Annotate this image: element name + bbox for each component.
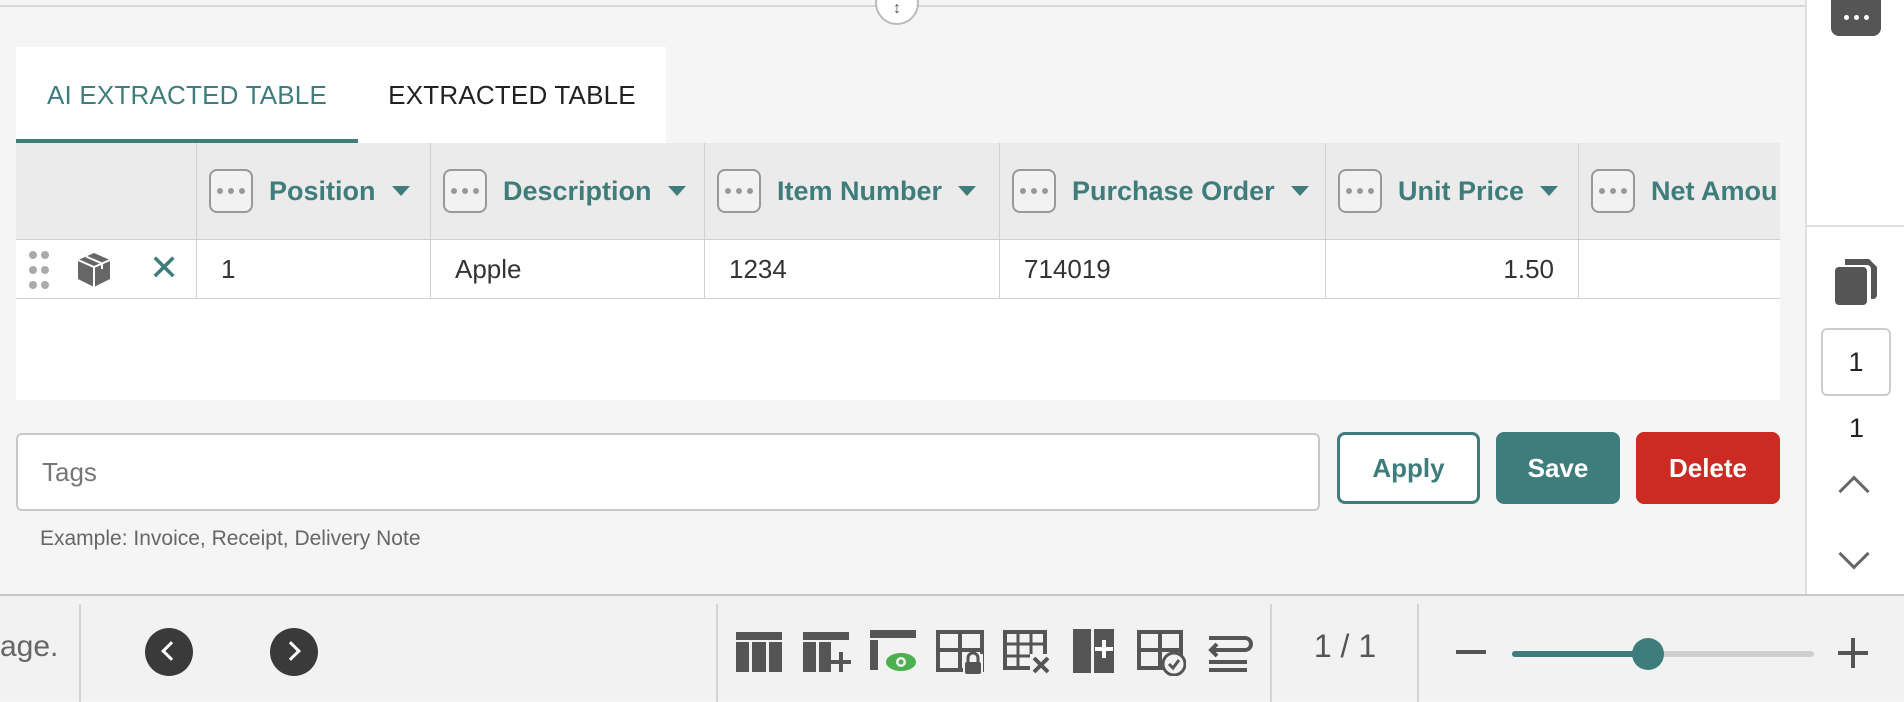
box-icon[interactable] xyxy=(74,250,114,290)
column-header-item-number[interactable]: Item Number xyxy=(704,143,998,239)
resize-handle-icon[interactable]: ↕ xyxy=(875,0,919,25)
main-panel: ↕ AI EXTRACTED TABLE EXTRACTED TABLE Pos… xyxy=(0,0,1805,594)
row-tools: ✕ xyxy=(16,240,196,298)
toolbar-separator xyxy=(716,604,718,702)
column-header-position[interactable]: Position xyxy=(196,143,412,239)
column-header-description[interactable]: Description xyxy=(430,143,686,239)
chevron-up-icon[interactable] xyxy=(1838,475,1870,507)
sort-arrow-icon[interactable] xyxy=(1540,186,1559,196)
cell-unit-price[interactable]: 1.50 xyxy=(1325,240,1578,298)
tags-hint: Example: Invoice, Receipt, Delivery Note xyxy=(40,527,421,550)
column-label: Description xyxy=(503,175,652,206)
column-label: Unit Price xyxy=(1398,175,1525,206)
cell-item-number[interactable]: 1234 xyxy=(704,240,999,298)
chevron-down-icon[interactable] xyxy=(1838,538,1870,570)
column-label: Position xyxy=(269,175,376,206)
more-icon[interactable] xyxy=(1831,0,1881,36)
sidebar-divider xyxy=(1807,225,1904,227)
zoom-in-icon-vertical[interactable] xyxy=(1851,638,1855,668)
zoom-slider[interactable] xyxy=(1512,638,1814,670)
column-menu-icon[interactable] xyxy=(1591,169,1635,213)
table-check-icon[interactable] xyxy=(1136,626,1186,676)
page-count: 1 / 1 xyxy=(1313,628,1377,664)
column-label: Net Amou xyxy=(1651,175,1778,206)
cell-description[interactable]: Apple xyxy=(430,240,704,298)
copy-icon[interactable] xyxy=(1833,257,1879,307)
column-menu-icon[interactable] xyxy=(717,169,761,213)
grid-header: Position Description Item Number Purchas… xyxy=(16,143,1780,240)
cell-net-amount[interactable] xyxy=(1578,240,1780,298)
sort-arrow-icon[interactable] xyxy=(1290,186,1309,196)
toolbar-separator xyxy=(1417,604,1419,702)
table-preview-icon[interactable] xyxy=(868,626,918,676)
current-page-input[interactable]: 1 xyxy=(1821,328,1891,396)
table-lock-icon[interactable] xyxy=(935,626,985,676)
zoom-out-icon[interactable] xyxy=(1456,650,1486,654)
wrap-icon[interactable] xyxy=(1203,626,1253,676)
page-text-fragment: age. xyxy=(0,630,59,663)
zoom-slider-thumb[interactable] xyxy=(1631,638,1664,670)
next-icon[interactable] xyxy=(270,628,318,676)
sort-arrow-icon[interactable] xyxy=(667,186,686,196)
add-column-icon[interactable] xyxy=(1069,626,1119,676)
table-delete-icon[interactable] xyxy=(1002,626,1052,676)
column-header-unit-price[interactable]: Unit Price xyxy=(1325,143,1578,239)
column-menu-icon[interactable] xyxy=(1012,169,1056,213)
table-card: AI EXTRACTED TABLE EXTRACTED TABLE Posit… xyxy=(16,47,1780,400)
column-label: Item Number xyxy=(777,175,943,206)
total-pages: 1 xyxy=(1848,413,1865,443)
column-header-net-amount[interactable]: Net Amou xyxy=(1578,143,1780,239)
column-header-purchase-order[interactable]: Purchase Order xyxy=(999,143,1325,239)
tab-extracted-table[interactable]: EXTRACTED TABLE xyxy=(358,47,666,143)
drag-handle-icon[interactable] xyxy=(29,251,51,289)
column-menu-icon[interactable] xyxy=(209,169,253,213)
page-sidebar: 1 1 xyxy=(1805,0,1904,594)
apply-button[interactable]: Apply xyxy=(1337,432,1480,504)
column-menu-icon[interactable] xyxy=(1338,169,1382,213)
table-row[interactable]: ✕ 1 Apple 1234 714019 1.50 xyxy=(16,240,1780,299)
sort-arrow-icon[interactable] xyxy=(958,186,977,196)
tags-input[interactable] xyxy=(16,433,1320,511)
table-tabs: AI EXTRACTED TABLE EXTRACTED TABLE xyxy=(16,47,666,143)
delete-button[interactable]: Delete xyxy=(1636,432,1780,504)
tab-ai-extracted-table[interactable]: AI EXTRACTED TABLE xyxy=(16,47,358,143)
column-menu-icon[interactable] xyxy=(443,169,487,213)
sort-arrow-icon[interactable] xyxy=(391,186,410,196)
toolbar-separator xyxy=(79,604,81,702)
bottom-toolbar: age. 1 / 1 xyxy=(0,594,1904,702)
table-add-row-icon[interactable] xyxy=(801,626,851,676)
column-label: Purchase Order xyxy=(1072,175,1275,206)
data-grid: Position Description Item Number Purchas… xyxy=(16,143,1780,400)
save-button[interactable]: Save xyxy=(1496,432,1620,504)
zoom-slider-fill xyxy=(1512,651,1648,657)
table-icon[interactable] xyxy=(734,626,784,676)
delete-row-icon[interactable]: ✕ xyxy=(149,248,179,288)
cell-position[interactable]: 1 xyxy=(196,240,430,298)
cell-purchase-order[interactable]: 714019 xyxy=(999,240,1325,298)
previous-icon[interactable] xyxy=(145,628,193,676)
